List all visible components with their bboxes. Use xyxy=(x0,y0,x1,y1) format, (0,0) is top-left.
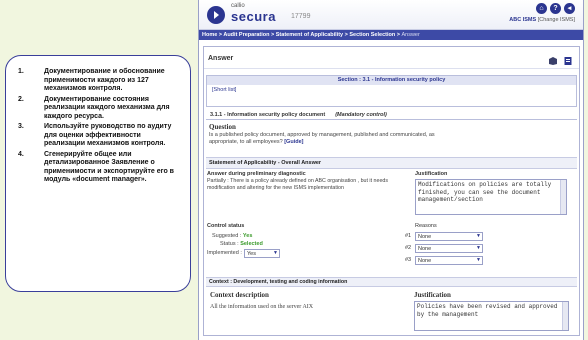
overall-answer: Answer during preliminary diagnostic Par… xyxy=(206,171,577,221)
help-icon[interactable]: ? xyxy=(550,3,561,14)
breadcrumb-current: Answer xyxy=(401,32,420,38)
question-text-wrap: Is a published policy document, approved… xyxy=(206,131,446,147)
guide-link[interactable]: [Guide] xyxy=(284,139,303,145)
org-name: ABC ISMS xyxy=(509,17,537,23)
prelim-text: Partially : There is a policy already de… xyxy=(207,178,388,191)
reason-number: #2 xyxy=(405,245,412,251)
logo-name: secura xyxy=(231,9,276,24)
chevron-down-icon: ▼ xyxy=(476,245,481,251)
status-row: Status : Selected xyxy=(220,241,263,247)
callout-item: 3. Используйте руководство по аудиту для … xyxy=(14,123,182,149)
callout-item: 2. Документирование состояния реализации … xyxy=(14,96,182,122)
callout-item-number: 4. xyxy=(18,150,24,158)
context-block: Context description All the information … xyxy=(206,291,577,335)
breadcrumb: Home > Audit Preparation > Statement of … xyxy=(199,30,583,40)
justification-textarea[interactable]: Modifications on policies are totally fi… xyxy=(415,179,567,215)
justification-label: Justification xyxy=(415,171,448,177)
answer-title: Answer xyxy=(208,55,234,62)
callout-list: 1. Документирование и обоснование примени… xyxy=(14,68,182,185)
implemented-label: Implemented : xyxy=(207,250,242,256)
suggested-row: Suggested : Yes xyxy=(212,233,252,239)
reason-select[interactable]: None ▼ xyxy=(415,244,483,253)
context-description-text: All the information used on the server A… xyxy=(210,304,314,310)
logo-icon xyxy=(207,6,225,24)
control-status-label: Control status xyxy=(207,223,245,229)
control-id: 3.1.1 - Information security policy docu… xyxy=(210,112,326,118)
soa-header: Statement of Applicability - Overall Ans… xyxy=(206,157,577,169)
status-value: Selected xyxy=(240,241,263,247)
callout-item-text: Документирование и обоснование применимо… xyxy=(44,68,165,92)
question-block: Question Is a published policy document,… xyxy=(206,123,577,151)
context-justification-scrollbar[interactable] xyxy=(562,302,568,330)
callout-item-number: 3. xyxy=(18,123,24,130)
callout-item: 1. Документирование и обоснование примени… xyxy=(14,68,182,94)
prelim-label: Answer during preliminary diagnostic xyxy=(207,171,306,177)
short-list-link[interactable]: [Short list] xyxy=(207,85,576,95)
status-label: Status : xyxy=(220,241,239,247)
context-header: Context : Development, testing and codin… xyxy=(206,277,577,287)
control-tag: (Mandatory control) xyxy=(335,112,387,118)
save-icon[interactable] xyxy=(548,53,558,65)
implemented-select[interactable]: Yes ▼ xyxy=(244,249,280,258)
callout-item-number: 2. xyxy=(18,95,24,103)
implemented-value: Yes xyxy=(247,251,256,257)
toolbar-icons: ⌂ ? ◂ xyxy=(536,3,575,14)
reason-number: #3 xyxy=(405,257,412,263)
callout-item-text: Документирование состояния реализации ка… xyxy=(44,95,170,120)
home-icon[interactable]: ⌂ xyxy=(536,3,547,14)
justification-scrollbar[interactable] xyxy=(560,180,566,214)
callout-item: 4. Сгенерируйте общее или детализированно… xyxy=(14,151,182,185)
answer-panel: Answer Section : 3.1 - Information secur… xyxy=(203,46,580,336)
suggested-label: Suggested : xyxy=(212,233,242,239)
reason-value: None xyxy=(418,258,432,264)
chevron-down-icon: ▼ xyxy=(273,250,278,256)
reason-number: #1 xyxy=(405,233,412,239)
callout-panel: 1. Документирование и обоснование примени… xyxy=(5,55,191,292)
back-icon[interactable]: ◂ xyxy=(564,3,575,14)
context-justification-textarea[interactable]: Policies have been revised and approved … xyxy=(414,301,569,331)
question-text: Is a published policy document, approved… xyxy=(209,132,435,145)
suggested-value: Yes xyxy=(242,233,253,239)
context-description-label: Context description xyxy=(210,291,269,299)
chevron-down-icon: ▼ xyxy=(476,233,481,239)
answer-actions xyxy=(548,53,573,65)
breadcrumb-path[interactable]: Home > Audit Preparation > Statement of … xyxy=(202,32,401,38)
change-isms-link[interactable]: [Change ISMS] xyxy=(538,17,575,23)
callout-item-text: Используйте руководство по аудиту для оц… xyxy=(44,123,172,147)
reasons-label: Reasons xyxy=(415,223,437,229)
justification-text: Modifications on policies are totally fi… xyxy=(418,181,552,203)
section-title: Section : 3.1 - Information security pol… xyxy=(207,76,576,85)
callout-item-text: Сгенерируйте общее или детализированное … xyxy=(44,150,174,184)
reason-select[interactable]: None ▼ xyxy=(415,256,483,265)
answer-header: Answer xyxy=(204,47,579,69)
context-justification-text: Policies have been revised and approved … xyxy=(417,303,558,318)
question-label: Question xyxy=(209,123,236,131)
document-icon[interactable] xyxy=(563,53,573,65)
control-title: 3.1.1 - Information security policy docu… xyxy=(206,110,577,120)
app-header: callio secura 17799 ⌂ ? ◂ ABC ISMS [Chan… xyxy=(199,0,583,30)
chevron-down-icon: ▼ xyxy=(476,257,481,263)
org-indicator: ABC ISMS [Change ISMS] xyxy=(509,17,575,23)
section-box: Section : 3.1 - Information security pol… xyxy=(206,75,577,107)
context-justification-label: Justification xyxy=(414,291,451,299)
reason-value: None xyxy=(418,234,432,240)
reason-select[interactable]: None ▼ xyxy=(415,232,483,241)
callout-item-number: 1. xyxy=(18,68,24,75)
control-status-block: Control status Suggested : Yes Status : … xyxy=(206,223,577,279)
logo-version: 17799 xyxy=(291,13,311,20)
app-window: callio secura 17799 ⌂ ? ◂ ABC ISMS [Chan… xyxy=(198,0,584,340)
reason-value: None xyxy=(418,246,432,252)
